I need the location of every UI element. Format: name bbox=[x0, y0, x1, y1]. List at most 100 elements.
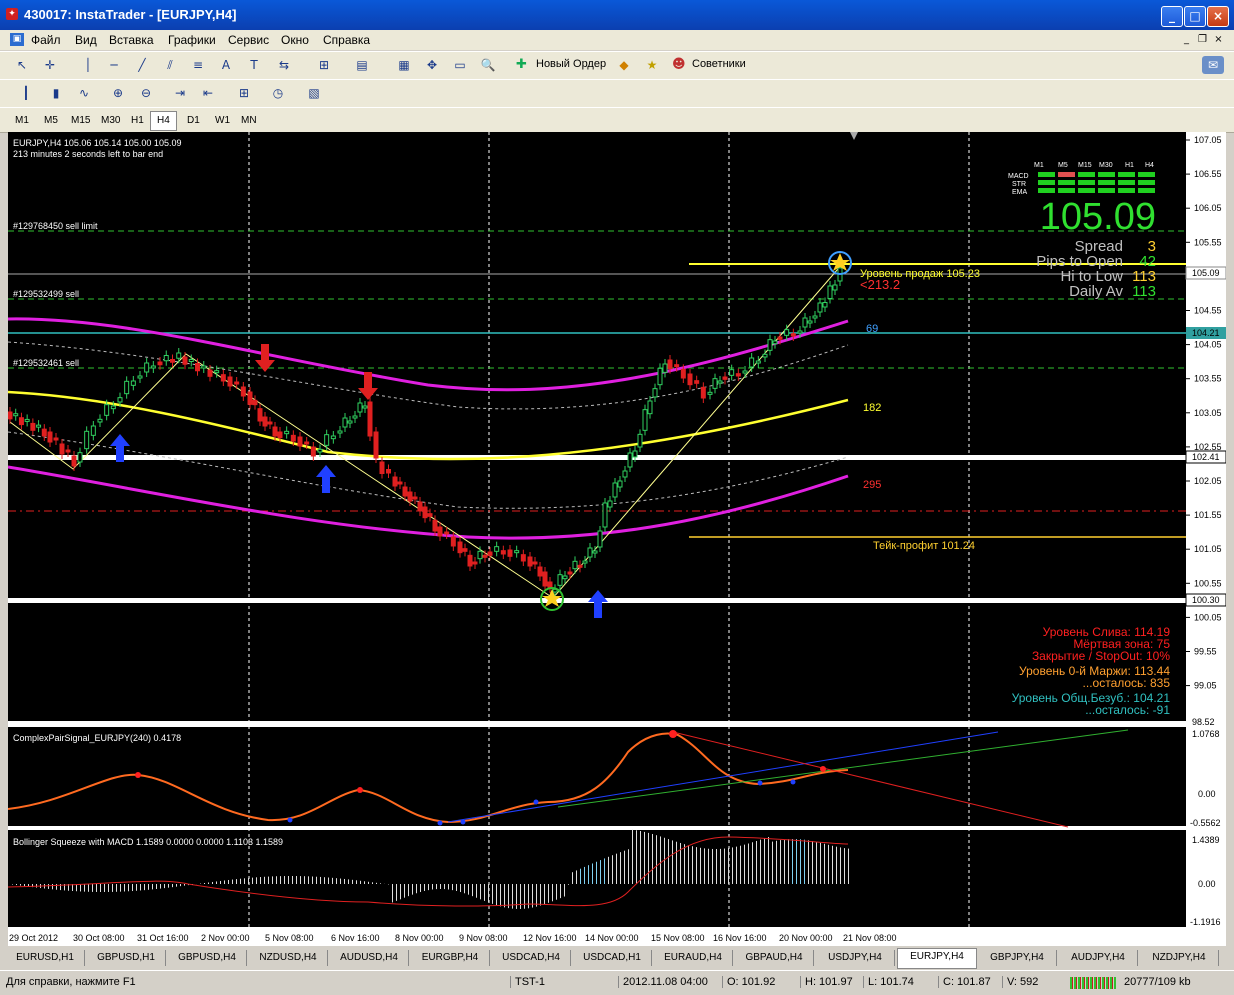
squeeze-bar bbox=[700, 848, 701, 884]
candlestick-chart-icon[interactable]: ▮ bbox=[46, 84, 66, 102]
menu-file[interactable]: Файл bbox=[31, 33, 61, 47]
subwindow-separator-1[interactable] bbox=[8, 721, 1186, 727]
cursor-icon[interactable]: ↖ bbox=[12, 56, 32, 74]
timeframe-h1[interactable]: H1 bbox=[124, 111, 151, 131]
mdi-close-button[interactable]: × bbox=[1212, 33, 1225, 46]
chart-tab[interactable]: GBPJPY,H4 bbox=[978, 950, 1057, 966]
squeeze-bar bbox=[488, 884, 489, 902]
chart-shift-icon[interactable]: ⇤ bbox=[198, 84, 218, 102]
support-level-line[interactable] bbox=[8, 455, 1186, 460]
zoom-out-icon[interactable]: ⊖ bbox=[136, 84, 156, 102]
timeframe-d1[interactable]: D1 bbox=[180, 111, 207, 131]
chart-tab[interactable]: EURUSD,H1 bbox=[6, 950, 85, 966]
menu-tools[interactable]: Сервис bbox=[228, 33, 269, 47]
signals-icon[interactable]: ★ bbox=[642, 56, 662, 74]
timeframe-m15[interactable]: M15 bbox=[64, 111, 97, 131]
menu-help[interactable]: Справка bbox=[323, 33, 370, 47]
signal-cell bbox=[1078, 172, 1095, 177]
chart-tab[interactable]: GBPUSD,H1 bbox=[87, 950, 166, 966]
market-watch-icon[interactable]: ▦ bbox=[394, 56, 414, 74]
zoom-in-icon[interactable]: ⊕ bbox=[108, 84, 128, 102]
candle-body bbox=[253, 400, 257, 404]
candle-body bbox=[343, 418, 347, 427]
price-tick-label: 103.55 bbox=[1194, 374, 1222, 384]
timeframe-m1[interactable]: M1 bbox=[8, 111, 36, 131]
chart-window[interactable]: EURJPY,H4 105.06 105.14 105.00 105.09 21… bbox=[8, 132, 1226, 946]
strategy-tester-icon[interactable]: 🔍 bbox=[478, 56, 498, 74]
maximize-button[interactable]: □ bbox=[1184, 6, 1206, 27]
chart-window-icon[interactable]: ▣ bbox=[10, 33, 24, 46]
chart-tab[interactable]: NZDUSD,H4 bbox=[249, 950, 328, 966]
indicators-list-icon[interactable]: ⊞ bbox=[234, 84, 254, 102]
signal-cell bbox=[1038, 180, 1055, 185]
squeeze-bar bbox=[344, 879, 345, 884]
vertical-line-icon[interactable]: │ bbox=[78, 56, 98, 74]
candle-body bbox=[478, 551, 482, 558]
timeframe-h4[interactable]: H4 bbox=[150, 111, 177, 131]
candle-body bbox=[438, 527, 442, 536]
advisors-button[interactable]: ☻ Советники bbox=[670, 55, 756, 75]
crosshair-icon[interactable]: ✛ bbox=[40, 56, 60, 74]
close-button[interactable]: × bbox=[1207, 6, 1229, 27]
timeframe-w1[interactable]: W1 bbox=[208, 111, 237, 131]
signal-cell bbox=[1118, 188, 1135, 193]
chart-tab[interactable]: GBPAUD,H4 bbox=[735, 950, 814, 966]
sub1-tick: 1.0768 bbox=[1192, 729, 1220, 739]
candle-body bbox=[743, 371, 747, 373]
candle-body bbox=[451, 537, 455, 546]
equidistant-channel-icon[interactable]: ⫽ bbox=[160, 56, 180, 74]
trendline-icon[interactable]: ╱ bbox=[132, 56, 152, 74]
periods-clock-icon[interactable]: ◷ bbox=[268, 84, 288, 102]
new-order-button[interactable]: ✚ Новый Ордер bbox=[514, 55, 610, 75]
autoscroll-icon[interactable]: ⇥ bbox=[170, 84, 190, 102]
line-chart-icon[interactable]: ∿ bbox=[74, 84, 94, 102]
status-profile[interactable]: TST-1 bbox=[510, 976, 617, 988]
chart-canvas[interactable]: EURJPY,H4 105.06 105.14 105.00 105.09 21… bbox=[8, 132, 1226, 946]
timeframe-m30[interactable]: M30 bbox=[94, 111, 127, 131]
timeframe-m5[interactable]: M5 bbox=[37, 111, 65, 131]
sub2-tick: 0.00 bbox=[1198, 879, 1216, 889]
chart-tab[interactable]: USDCAD,H1 bbox=[573, 950, 652, 966]
menu-charts[interactable]: Графики bbox=[168, 33, 216, 47]
candle-body bbox=[202, 366, 206, 368]
bar-chart-icon[interactable]: ┃ bbox=[16, 84, 36, 102]
squeeze-bar bbox=[368, 882, 369, 884]
templates-icon[interactable]: ▤ bbox=[352, 56, 372, 74]
chart-tab[interactable]: GBPUSD,H4 bbox=[168, 950, 247, 966]
menu-window[interactable]: Окно bbox=[281, 33, 309, 47]
date-tick-label: 29 Oct 2012 bbox=[9, 933, 58, 943]
squeeze-bar bbox=[496, 884, 497, 905]
mdi-restore-button[interactable]: ❐ bbox=[1196, 33, 1209, 46]
chart-tab[interactable]: NZDJPY,H4 bbox=[1140, 950, 1219, 966]
text-label-icon[interactable]: T bbox=[244, 56, 264, 74]
candle-body bbox=[718, 381, 722, 383]
timeframe-mn[interactable]: MN bbox=[234, 111, 264, 131]
arrows-icon[interactable]: ⇆ bbox=[274, 56, 294, 74]
chart-tab[interactable]: EURJPY,H4 bbox=[897, 948, 977, 969]
chart-tab[interactable]: EURGBP,H4 bbox=[411, 950, 490, 966]
candle-body bbox=[763, 354, 767, 357]
menu-insert[interactable]: Вставка bbox=[109, 33, 154, 47]
add-indicator-icon[interactable]: ⊞ bbox=[314, 56, 334, 74]
metaeditor-icon[interactable]: ◆ bbox=[614, 56, 634, 74]
candle-body bbox=[573, 561, 577, 568]
horizontal-line-icon[interactable]: ─ bbox=[104, 56, 124, 74]
chart-tab[interactable]: USDCAD,H4 bbox=[492, 950, 571, 966]
text-icon[interactable]: A bbox=[216, 56, 236, 74]
subwindow-separator-2[interactable] bbox=[8, 826, 1186, 830]
chart-tab[interactable]: USDJPY,H4 bbox=[816, 950, 895, 966]
templates-chart-icon[interactable]: ▧ bbox=[304, 84, 324, 102]
messages-icon[interactable]: ✉ bbox=[1202, 56, 1224, 74]
chart-tab[interactable]: AUDUSD,H4 bbox=[330, 950, 409, 966]
current-price-display: 105.09 bbox=[1040, 196, 1156, 238]
chart-shift-marker[interactable] bbox=[850, 132, 858, 140]
navigator-icon[interactable]: ✥ bbox=[422, 56, 442, 74]
terminal-icon[interactable]: ▭ bbox=[450, 56, 470, 74]
chart-tab[interactable]: AUDJPY,H4 bbox=[1059, 950, 1138, 966]
candle-body bbox=[66, 450, 70, 452]
minimize-button[interactable]: _ bbox=[1161, 6, 1183, 27]
mdi-minimize-button[interactable]: _ bbox=[1180, 33, 1193, 46]
chart-tab[interactable]: EURAUD,H4 bbox=[654, 950, 733, 966]
menu-view[interactable]: Вид bbox=[75, 33, 97, 47]
fibonacci-icon[interactable]: ≡ bbox=[188, 56, 208, 74]
